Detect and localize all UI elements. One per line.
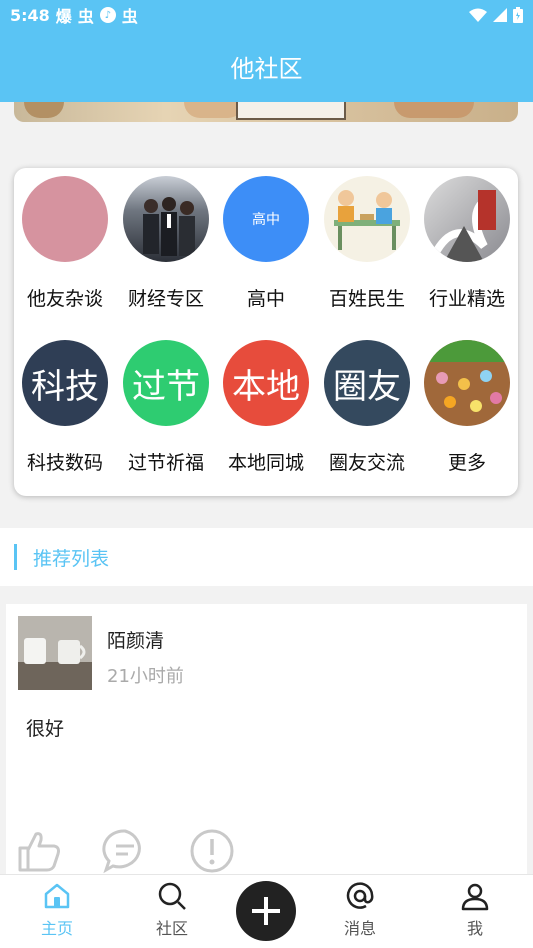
recommend-section-header: 推荐列表 — [0, 528, 533, 586]
user-icon — [461, 883, 489, 911]
spiral-staircase-icon — [424, 176, 510, 262]
post-card[interactable]: 陌颜清 21小时前 很好 — [6, 604, 527, 876]
nav-community[interactable]: 社区 — [132, 881, 212, 939]
plus-icon — [252, 897, 280, 925]
category-grid: 他友杂谈 财经专区 高中 高中 百姓民生 行业精选 科技 科技数码 过节 过节祈… — [14, 168, 518, 496]
add-post-button[interactable] — [236, 881, 296, 941]
signal-icon — [493, 8, 507, 22]
business-people-icon — [123, 176, 209, 262]
post-author[interactable]: 陌颜清 — [107, 626, 164, 653]
avatar[interactable] — [18, 616, 92, 690]
nav-home-label: 主页 — [40, 919, 73, 938]
category-tech[interactable]: 科技 科技数码 — [15, 340, 115, 475]
category-icon: 科技 — [22, 340, 108, 426]
section-title: 推荐列表 — [33, 548, 110, 570]
category-label: 更多 — [447, 452, 486, 474]
chess-players-icon — [324, 176, 410, 262]
bottom-nav: 主页 社区 消息 我 — [0, 874, 533, 948]
banner-decoration — [24, 102, 64, 118]
status-indicator: 爆 — [55, 7, 72, 26]
nav-home[interactable]: 主页 — [17, 881, 97, 939]
category-finance[interactable]: 财经专区 — [116, 176, 216, 311]
status-indicator: 虫 — [121, 7, 138, 26]
category-icon: 高中 — [223, 176, 309, 262]
section-accent-bar — [14, 544, 17, 570]
category-local[interactable]: 本地 本地同城 — [216, 340, 316, 475]
category-more[interactable]: 更多 — [417, 340, 517, 475]
category-icon: 过节 — [123, 340, 209, 426]
battery-icon — [513, 7, 523, 23]
wifi-icon — [469, 8, 487, 22]
nav-community-label: 社区 — [155, 919, 188, 938]
category-festival[interactable]: 过节 过节祈福 — [116, 340, 216, 475]
snails-icon — [424, 340, 510, 426]
post-content: 很好 — [26, 718, 65, 740]
banner-decoration — [394, 102, 474, 118]
nav-messages[interactable]: 消息 — [320, 881, 400, 939]
category-label: 行业精选 — [428, 288, 505, 310]
status-bar: 5:48 爆 虫 ♪ 虫 — [0, 0, 533, 30]
home-icon — [44, 883, 70, 909]
category-label: 高中 — [246, 288, 285, 310]
report-icon[interactable] — [189, 828, 235, 874]
post-time: 21小时前 — [107, 666, 184, 687]
category-icon: 本地 — [223, 340, 309, 426]
category-label: 本地同城 — [227, 452, 304, 474]
category-tayou-chat[interactable]: 他友杂谈 — [15, 176, 115, 311]
like-icon[interactable] — [16, 828, 62, 874]
nav-messages-label: 消息 — [343, 919, 376, 938]
nav-me[interactable]: 我 — [435, 881, 515, 939]
search-icon — [158, 882, 186, 910]
status-indicator: 虫 — [77, 7, 94, 26]
category-label: 圈友交流 — [328, 452, 405, 474]
app-header: 他社区 — [0, 30, 533, 102]
category-circle-friends[interactable]: 圈友 圈友交流 — [317, 340, 417, 475]
banner-carousel[interactable] — [14, 102, 518, 122]
category-label: 科技数码 — [26, 452, 103, 474]
category-industry[interactable]: 行业精选 — [417, 176, 517, 311]
comment-icon[interactable] — [102, 828, 148, 874]
status-time: 5:48 — [10, 5, 50, 25]
music-note-icon: ♪ — [99, 7, 116, 23]
category-livelihood[interactable]: 百姓民生 — [317, 176, 417, 311]
page-title: 他社区 — [230, 54, 303, 83]
category-label: 百姓民生 — [328, 288, 405, 310]
banner-decoration — [236, 102, 346, 120]
category-icon: 圈友 — [324, 340, 410, 426]
category-label: 过节祈福 — [127, 452, 204, 474]
banner-decoration — [184, 102, 244, 118]
at-sign-icon — [346, 882, 374, 909]
category-label: 财经专区 — [127, 288, 204, 310]
nav-me-label: 我 — [466, 919, 483, 938]
category-label: 他友杂谈 — [26, 288, 103, 310]
category-high-school[interactable]: 高中 高中 — [216, 176, 316, 311]
category-icon — [22, 176, 108, 262]
